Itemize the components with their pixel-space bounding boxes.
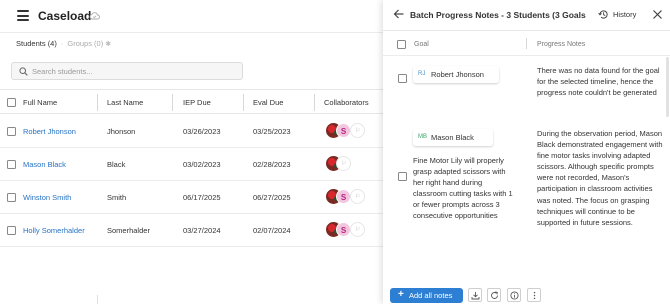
goal-text: Fine Motor Lily will properly grasp adap… — [413, 156, 513, 221]
more-icon — [533, 291, 536, 300]
history-icon — [598, 10, 608, 19]
refresh-button[interactable] — [487, 288, 501, 302]
last-name: Jhonson — [107, 127, 136, 136]
iep-due: 03/26/2023 — [183, 127, 221, 136]
page-title: Caseload — [38, 9, 92, 23]
add-all-notes-button[interactable]: + Add all notes — [390, 288, 463, 303]
add-all-notes-label: Add all notes — [409, 291, 453, 300]
student-chip-name: Robert Jhonson — [431, 70, 484, 79]
view-tabs: Students (4) · Groups (0) ✱ — [16, 39, 112, 48]
cloud-icon — [89, 12, 100, 20]
avatar: S — [336, 222, 351, 237]
scrollbar[interactable] — [666, 57, 669, 117]
header-collaborators: Collaborators — [324, 98, 369, 107]
row-checkbox[interactable] — [7, 127, 16, 136]
back-arrow-icon[interactable] — [393, 8, 405, 20]
student-name-link[interactable]: Winston Smith — [23, 193, 71, 202]
student-chip-name: Mason Black — [431, 133, 474, 142]
more-options-button[interactable] — [527, 288, 541, 302]
student-name-link[interactable]: Robert Jhonson — [23, 127, 76, 136]
drawer-title: Batch Progress Notes - 3 Students (3 Goa… — [410, 10, 586, 20]
header-eval-due[interactable]: Eval Due — [253, 98, 283, 107]
search-input[interactable] — [32, 65, 232, 78]
tab-groups[interactable]: Groups (0) — [67, 39, 103, 48]
table-row[interactable]: Holly Somerhalder Somerhalder 03/27/2024… — [0, 214, 384, 247]
search-icon — [19, 67, 28, 76]
progress-note: There was no data found for the goal for… — [537, 66, 660, 98]
divider — [97, 295, 98, 304]
goal-column-label: Goal — [414, 41, 429, 48]
info-icon — [510, 291, 519, 300]
batch-progress-notes-drawer: Batch Progress Notes - 3 Students (3 Goa… — [383, 0, 670, 304]
table-header: Full Name Last Name IEP Due Eval Due Col… — [0, 89, 384, 114]
eval-due: 02/07/2024 — [253, 226, 291, 235]
download-icon — [471, 292, 480, 300]
tab-students[interactable]: Students (4) — [16, 39, 57, 48]
student-initials: RJ — [418, 71, 426, 77]
goal-checkbox[interactable] — [398, 172, 407, 181]
iep-due: 03/02/2023 — [183, 160, 221, 169]
student-chip: MB Mason Black — [413, 129, 493, 146]
header-last-name[interactable]: Last Name — [107, 98, 143, 107]
info-button[interactable] — [507, 288, 521, 302]
drawer-column-header: Goal Progress Notes — [383, 32, 670, 56]
avatar: S — [336, 189, 351, 204]
history-label: History — [613, 10, 637, 19]
student-name-link[interactable]: Mason Black — [23, 160, 66, 169]
eval-due: 03/25/2023 — [253, 127, 291, 136]
progress-note: During the observation period, Mason Bla… — [537, 129, 663, 227]
search-box — [11, 62, 243, 80]
refresh-icon — [491, 291, 498, 299]
drawer-header: Batch Progress Notes - 3 Students (3 Goa… — [383, 0, 670, 31]
add-collaborator-icon[interactable]: ⚐ — [350, 189, 365, 204]
last-name: Smith — [107, 193, 127, 202]
gear-icon[interactable]: ✱ — [105, 40, 111, 48]
select-all-checkbox[interactable] — [7, 98, 16, 107]
row-checkbox[interactable] — [7, 193, 16, 202]
row-checkbox[interactable] — [7, 160, 16, 169]
table-row[interactable]: Winston Smith Smith 06/17/2025 06/27/202… — [0, 181, 384, 214]
add-collaborator-icon[interactable]: ⚐ — [336, 156, 351, 171]
progress-notes-column-label: Progress Notes — [537, 41, 586, 48]
iep-due: 03/27/2024 — [183, 226, 221, 235]
close-icon[interactable] — [652, 9, 663, 20]
student-name-link[interactable]: Holly Somerhalder — [23, 226, 85, 235]
eval-due: 02/28/2023 — [253, 160, 291, 169]
header-iep-due[interactable]: IEP Due — [183, 98, 211, 107]
avatar: S — [336, 123, 351, 138]
drawer-footer: + Add all notes — [383, 283, 670, 304]
plus-icon: + — [398, 289, 404, 300]
last-name: Black — [107, 160, 126, 169]
table-row[interactable]: Mason Black Black 03/02/2023 02/28/2023 … — [0, 148, 384, 181]
last-name: Somerhalder — [107, 226, 150, 235]
student-chip: RJ Robert Jhonson — [413, 66, 499, 83]
add-collaborator-icon[interactable]: ⚐ — [350, 222, 365, 237]
download-button[interactable] — [468, 288, 482, 302]
student-initials: MB — [418, 134, 427, 140]
add-collaborator-icon[interactable]: ⚐ — [350, 123, 365, 138]
goal-checkbox[interactable] — [398, 74, 407, 83]
select-all-goals-checkbox[interactable] — [397, 40, 406, 49]
row-checkbox[interactable] — [7, 226, 16, 235]
menu-icon[interactable] — [17, 10, 29, 21]
table-row[interactable]: Robert Jhonson Jhonson 03/26/2023 03/25/… — [0, 115, 384, 148]
iep-due: 06/17/2025 — [183, 193, 221, 202]
header-full-name[interactable]: Full Name — [23, 98, 57, 107]
eval-due: 06/27/2025 — [253, 193, 291, 202]
